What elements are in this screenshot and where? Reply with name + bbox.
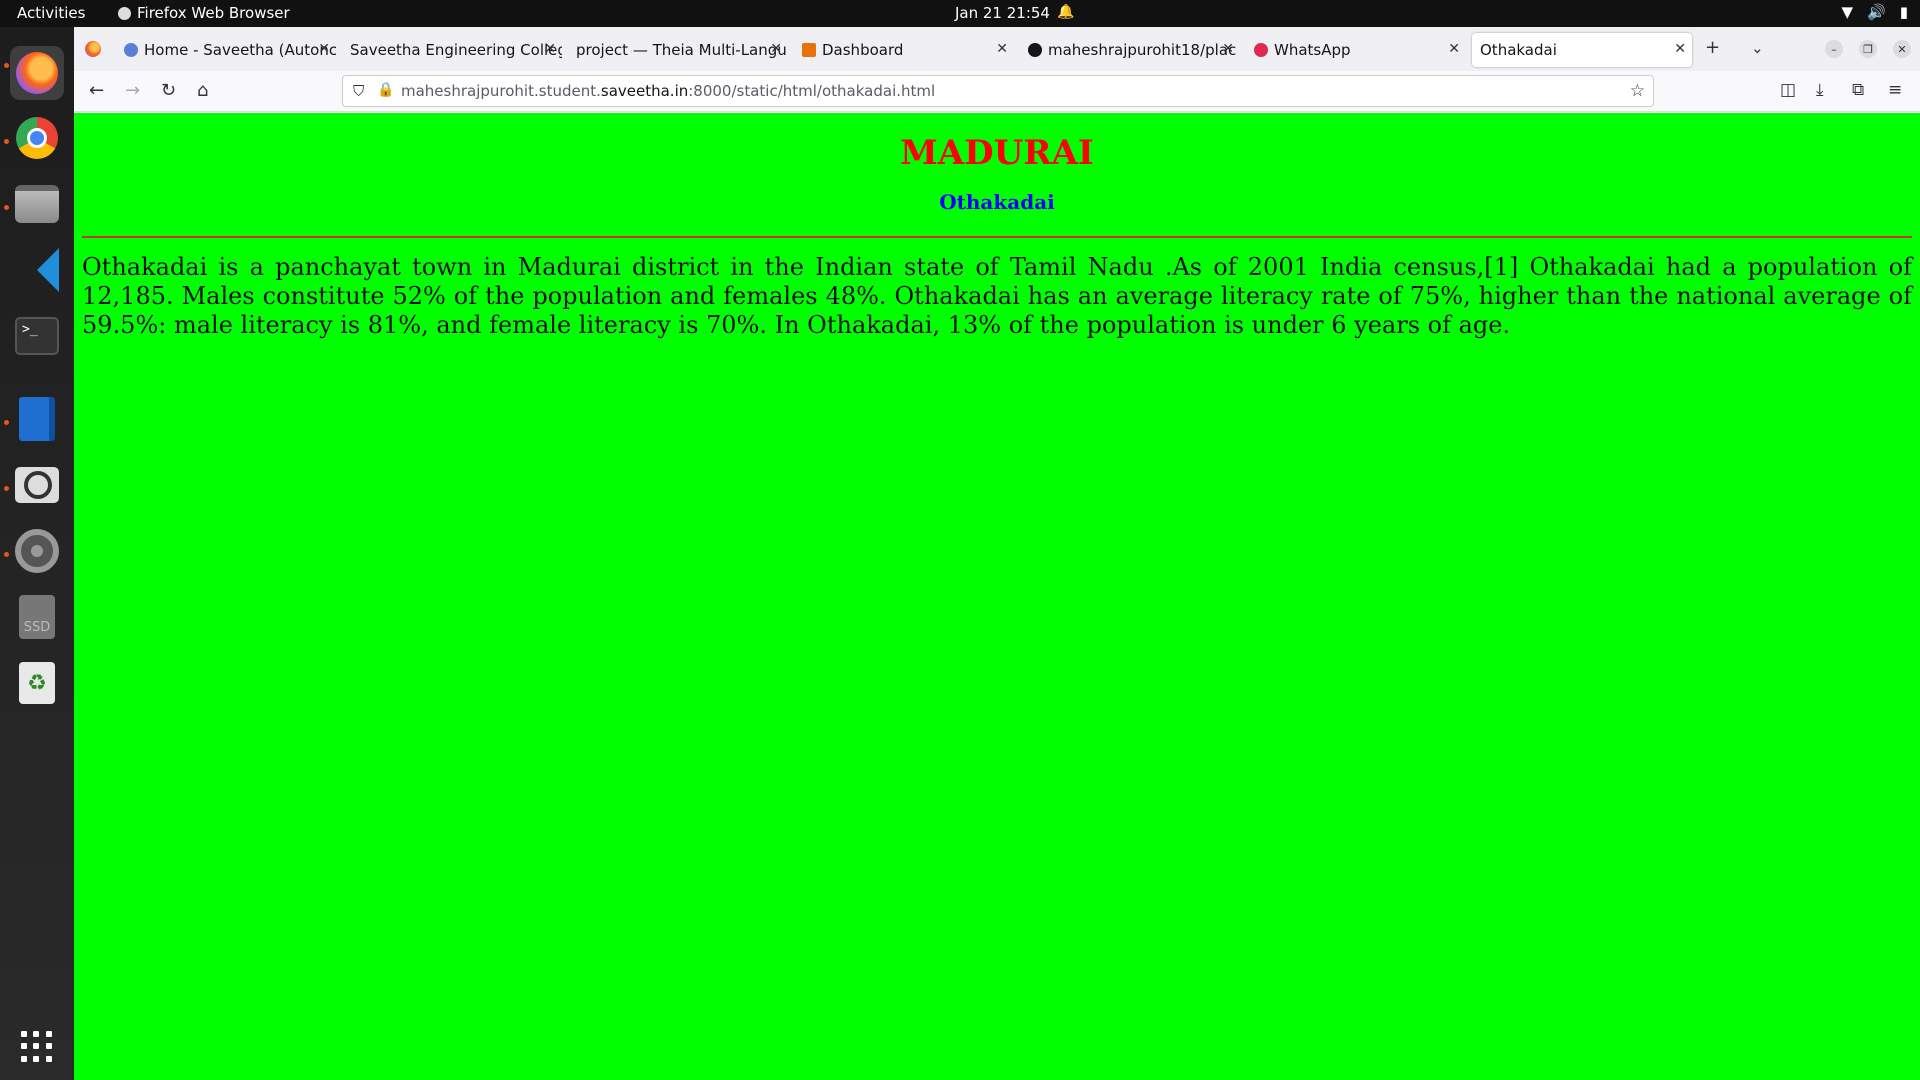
- active-app-name: Firefox Web Browser: [137, 4, 290, 22]
- bookmark-star-icon[interactable]: ☆: [1630, 81, 1645, 101]
- home-icon[interactable]: ⌂: [197, 80, 208, 101]
- chrome-icon: [16, 117, 58, 159]
- ssd-icon: SSD: [19, 595, 55, 639]
- volume-icon[interactable]: 🔊: [1867, 3, 1886, 21]
- pocket-icon[interactable]: ◫: [1780, 80, 1796, 100]
- firefox-small-icon: [118, 6, 131, 20]
- settings-icon: [15, 529, 59, 573]
- page-content: MADURAI Othakadai Othakadai is a panchay…: [74, 113, 1920, 1080]
- restore-icon[interactable]: ❐: [1859, 40, 1877, 58]
- firefox-icon: [16, 52, 58, 94]
- github-favicon-icon: [1028, 43, 1042, 57]
- battery-icon[interactable]: ▮: [1900, 3, 1908, 21]
- tab-title: project — Theia Multi-Langu: [576, 41, 787, 59]
- active-app-menu[interactable]: Firefox Web Browser: [118, 4, 290, 22]
- activities-button[interactable]: Activities: [17, 4, 85, 22]
- vscode-icon: [15, 248, 59, 292]
- firefox-window: Home - Saveetha (Autonc ✕ Saveetha Engin…: [74, 27, 1920, 1080]
- tab-bar: Home - Saveetha (Autonc ✕ Saveetha Engin…: [74, 27, 1920, 71]
- close-tab-icon[interactable]: ✕: [1448, 41, 1460, 57]
- close-tab-icon[interactable]: ✕: [1674, 41, 1686, 57]
- navigation-toolbar: ← → ↻ ⌂ ⛉ 🔒 maheshrajpurohit.student. sav…: [74, 71, 1920, 112]
- dock-terminal[interactable]: >_: [10, 309, 64, 363]
- url-suffix: :8000/static/html/othakadai.html: [688, 82, 936, 100]
- new-tab-icon[interactable]: +: [1705, 37, 1720, 58]
- dock-vscode[interactable]: [10, 243, 64, 297]
- dock-writer[interactable]: [10, 392, 64, 446]
- horizontal-rule: [82, 236, 1912, 238]
- dock-chrome[interactable]: [10, 111, 64, 165]
- tab-home-saveetha[interactable]: Home - Saveetha (Autonc ✕: [116, 33, 336, 67]
- site-info-lock-icon[interactable]: 🔒: [377, 82, 394, 98]
- downloads-icon[interactable]: ⤓: [1816, 80, 1824, 100]
- page-paragraph: Othakadai is a panchayat town in Madurai…: [82, 253, 1912, 339]
- firefox-view-icon[interactable]: [85, 41, 101, 57]
- trash-icon: ♻: [19, 662, 55, 704]
- system-top-bar: Activities Firefox Web Browser Jan 21 21…: [0, 0, 1920, 27]
- running-indicator: [4, 63, 9, 68]
- running-indicator: [4, 205, 9, 210]
- forward-arrow-icon[interactable]: →: [125, 80, 140, 101]
- tab-title: Dashboard: [822, 41, 904, 59]
- terminal-icon: >_: [15, 317, 59, 355]
- files-icon: [15, 185, 59, 223]
- tab-title: WhatsApp: [1274, 41, 1351, 59]
- tracking-protection-shield-icon[interactable]: ⛉: [353, 82, 364, 100]
- apps-grid-icon: [21, 1031, 53, 1063]
- minimize-icon[interactable]: –: [1825, 40, 1843, 58]
- dock: >_ SSD ♻: [0, 27, 74, 1080]
- running-indicator: [4, 552, 9, 557]
- tab-title: Othakadai: [1480, 41, 1557, 59]
- close-tab-icon[interactable]: ✕: [544, 41, 556, 57]
- close-tab-icon[interactable]: ✕: [1222, 41, 1234, 57]
- ssd-label: SSD: [23, 620, 51, 635]
- tab-title: Saveetha Engineering Colleg: [350, 41, 562, 59]
- clock[interactable]: Jan 21 21:54: [955, 4, 1050, 22]
- moodle-favicon-icon: [802, 43, 816, 57]
- dock-image-viewer[interactable]: [10, 458, 64, 512]
- dock-trash[interactable]: ♻: [10, 656, 64, 710]
- address-bar[interactable]: ⛉ 🔒 maheshrajpurohit.student. saveetha.in…: [342, 75, 1654, 107]
- dock-settings[interactable]: [10, 524, 64, 578]
- dock-ssd[interactable]: SSD: [10, 590, 64, 644]
- show-apps-button[interactable]: [10, 1020, 64, 1074]
- list-all-tabs-icon[interactable]: ⌄: [1751, 39, 1764, 57]
- tab-whatsapp[interactable]: WhatsApp ✕: [1246, 33, 1466, 67]
- page-subheading: Othakadai: [939, 190, 1055, 214]
- tab-github[interactable]: maheshrajpurohit18/plac ✕: [1020, 33, 1240, 67]
- dock-files[interactable]: [10, 177, 64, 231]
- running-indicator: [4, 420, 9, 425]
- running-indicator: [4, 139, 9, 144]
- url-host: saveetha.in: [600, 82, 689, 100]
- tab-saveetha-engineering[interactable]: Saveetha Engineering Colleg ✕: [342, 33, 562, 67]
- reload-icon[interactable]: ↻: [161, 80, 176, 101]
- close-tab-icon[interactable]: ✕: [996, 41, 1008, 57]
- close-window-icon[interactable]: ✕: [1893, 40, 1911, 58]
- hamburger-menu-icon[interactable]: ≡: [1888, 80, 1902, 100]
- tab-title: Home - Saveetha (Autonc: [144, 41, 336, 59]
- running-indicator: [4, 486, 9, 491]
- search-icon: [15, 467, 59, 503]
- url-prefix: maheshrajpurohit.student.: [401, 82, 601, 100]
- attention-favicon-icon: [1254, 43, 1268, 57]
- tab-dashboard[interactable]: Dashboard ✕: [794, 33, 1014, 67]
- extensions-icon[interactable]: ⧉: [1852, 80, 1864, 100]
- dock-firefox[interactable]: [10, 46, 64, 100]
- back-arrow-icon[interactable]: ←: [89, 80, 104, 101]
- notification-bell-icon[interactable]: 🔔: [1057, 4, 1074, 20]
- system-tray[interactable]: ▼ 🔊 ▮: [1842, 3, 1909, 21]
- page-heading: MADURAI: [900, 133, 1094, 173]
- close-tab-icon[interactable]: ✕: [318, 41, 330, 57]
- tab-title: maheshrajpurohit18/plac: [1048, 41, 1237, 59]
- tab-othakadai[interactable]: Othakadai ✕: [1472, 33, 1692, 67]
- saveetha-favicon-icon: [124, 43, 138, 57]
- writer-icon: [19, 397, 55, 441]
- wifi-icon[interactable]: ▼: [1842, 3, 1854, 21]
- close-tab-icon[interactable]: ✕: [770, 41, 782, 57]
- tab-theia-project[interactable]: project — Theia Multi-Langu ✕: [568, 33, 788, 67]
